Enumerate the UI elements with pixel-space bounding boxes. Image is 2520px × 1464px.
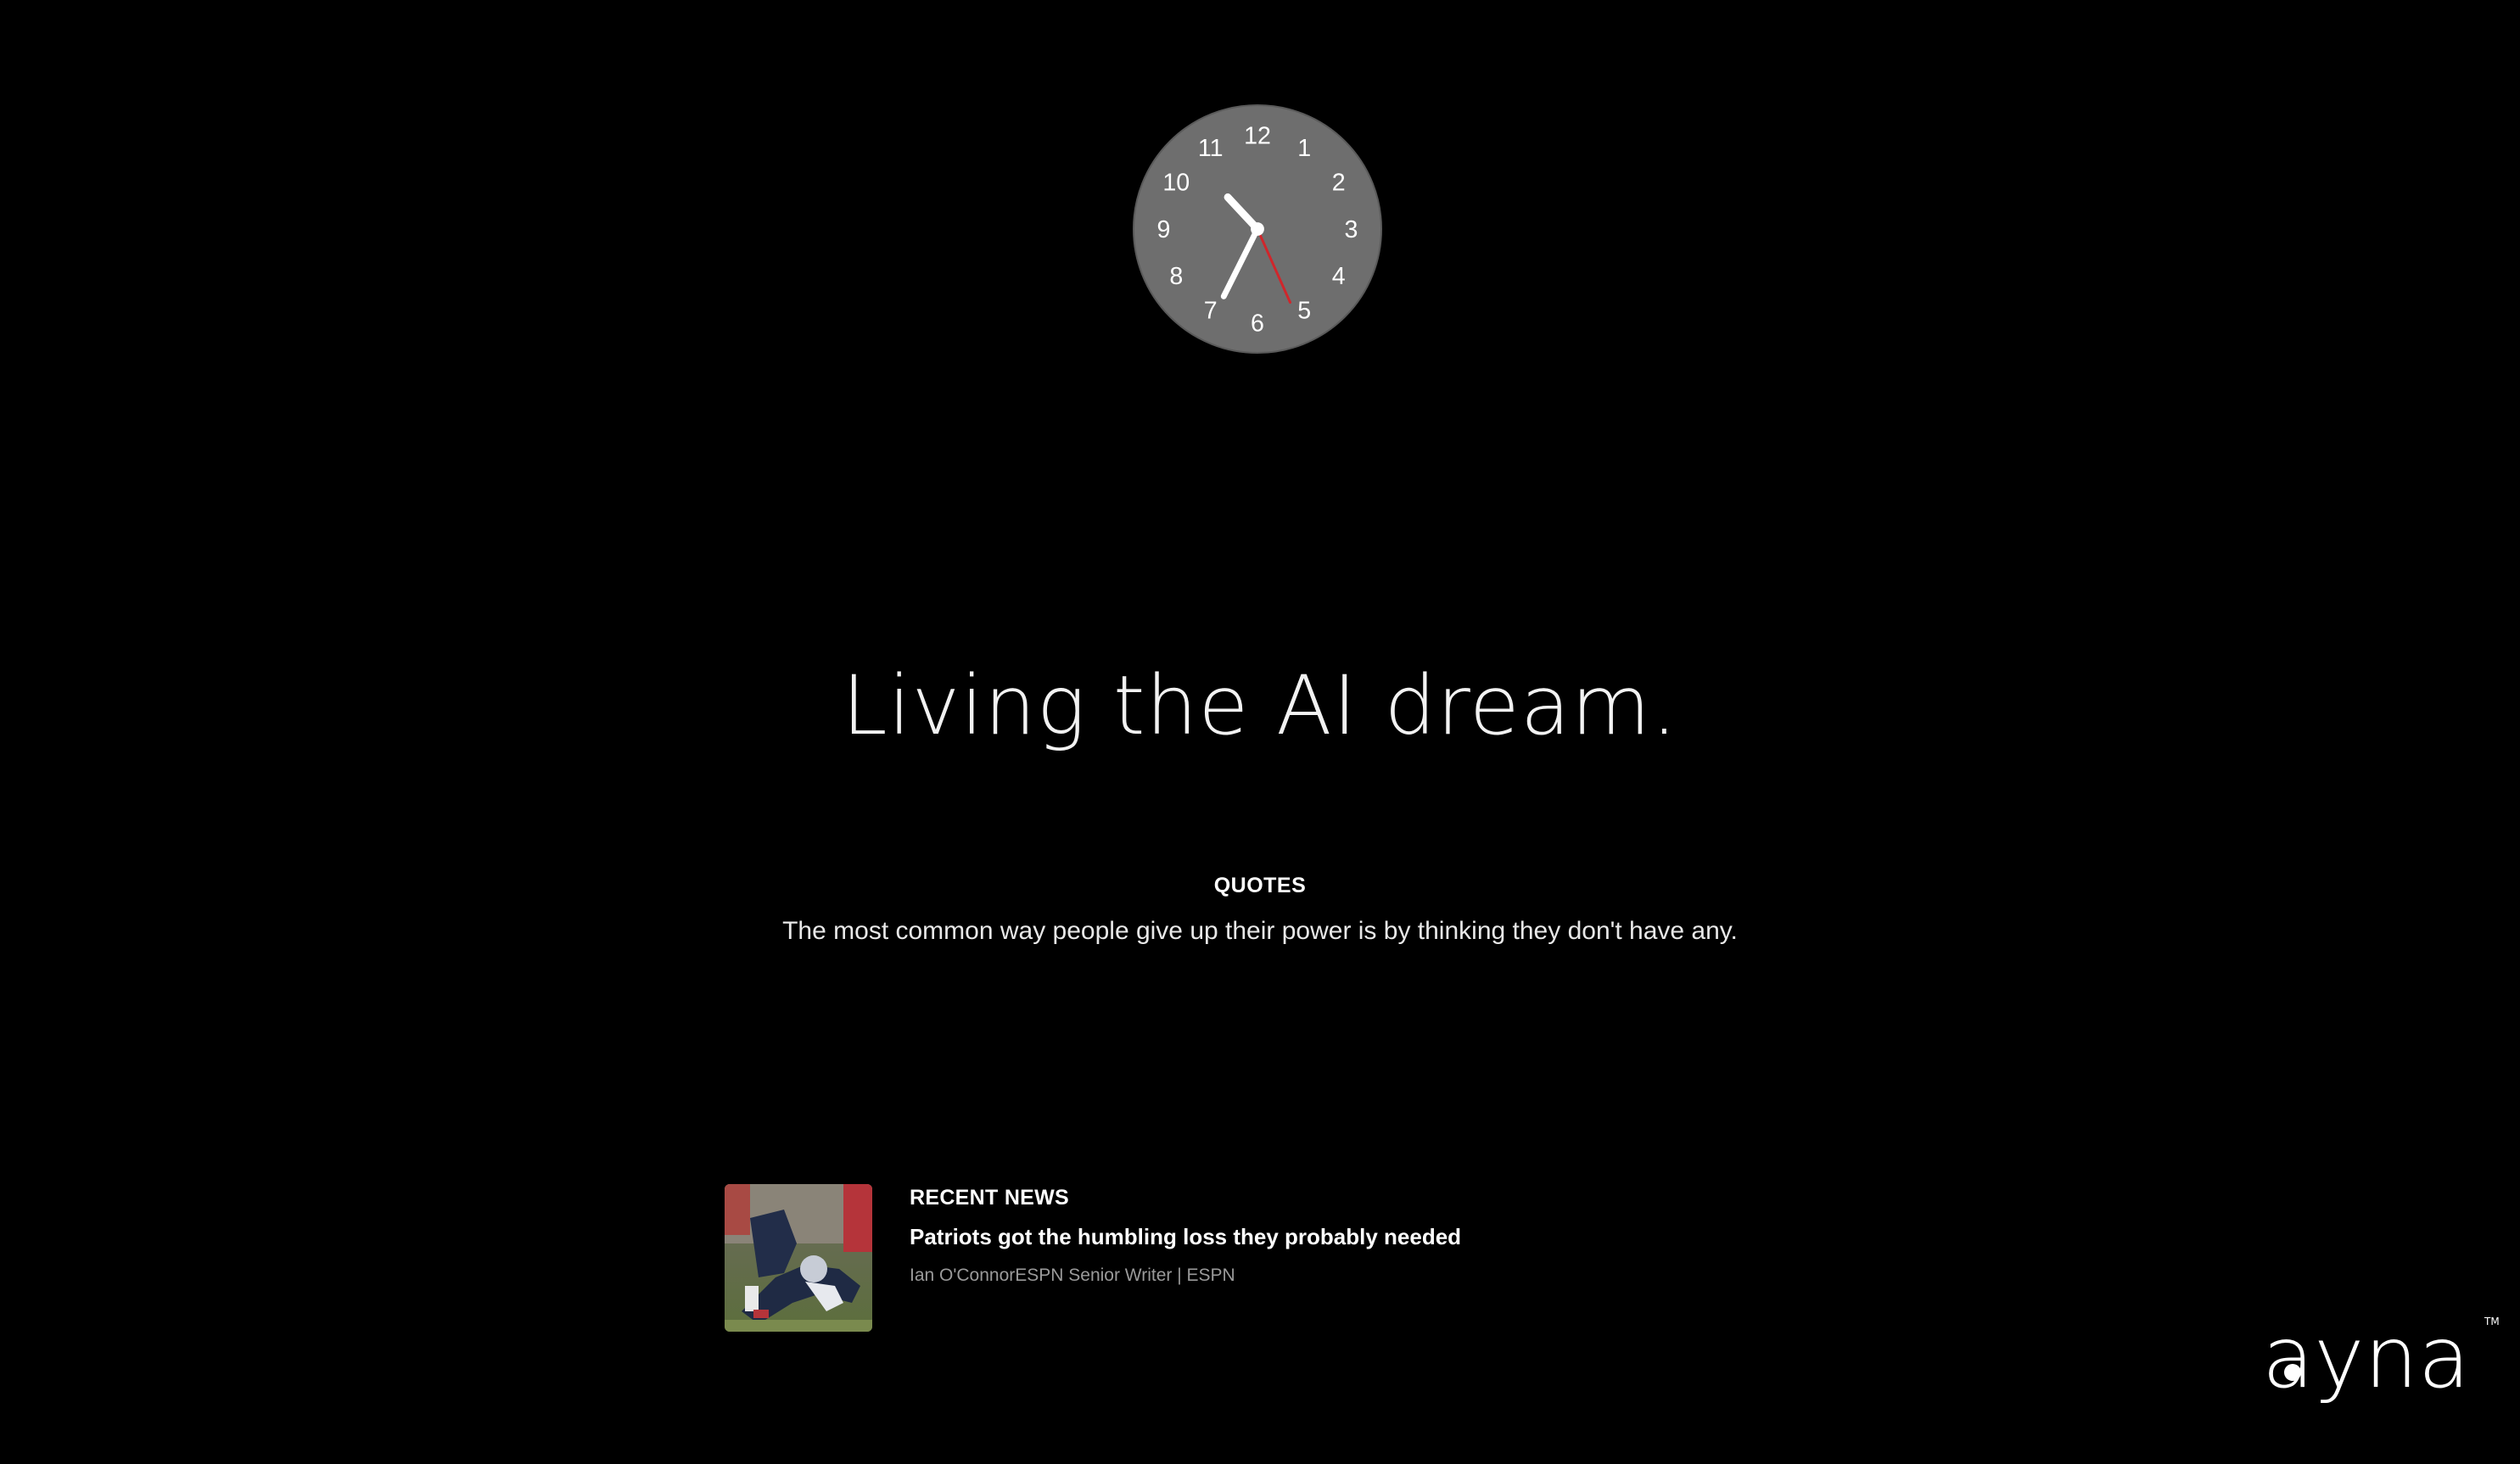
clock-face: 12 12 3 45 6 78 9 10 11: [1132, 103, 1383, 355]
clock-numeral: 8: [1169, 263, 1183, 290]
logo-text: ayna: [2262, 1308, 2470, 1407]
headline: Living the AI dream.: [842, 658, 1678, 753]
news-headline-link[interactable]: Patriots got the humbling loss they prob…: [910, 1224, 1461, 1250]
ayna-logo: ayna TM: [2262, 1306, 2500, 1408]
clock-center-pin: [1251, 222, 1264, 236]
logo-trademark: TM: [2484, 1316, 2500, 1327]
news-label: RECENT NEWS: [910, 1186, 1070, 1210]
logo-dot-icon: [2284, 1364, 2301, 1381]
clock-numeral: 1: [1297, 135, 1311, 162]
quotes-heading: QUOTES: [1213, 874, 1307, 897]
news-thumbnail[interactable]: [725, 1184, 872, 1332]
quote-text: The most common way people give up their…: [782, 917, 1738, 945]
clock-numeral: 6: [1251, 310, 1264, 337]
clock-numeral: 11: [1198, 135, 1224, 162]
news-byline: Ian O'ConnorESPN Senior Writer | ESPN: [910, 1266, 1235, 1285]
clock-numeral: 9: [1157, 216, 1171, 243]
clock-numeral: 4: [1332, 263, 1346, 290]
recent-news-card[interactable]: RECENT NEWS Patriots got the humbling lo…: [725, 1184, 1461, 1332]
quotes-section: QUOTES The most common way people give u…: [0, 874, 2520, 946]
analog-clock: 12 1 2 3 4 5 6 7 8 9 10 11: [1132, 103, 1383, 355]
clock-numeral: 2: [1332, 170, 1346, 197]
clock-numeral: 7: [1204, 298, 1218, 325]
clock-numeral: 3: [1345, 216, 1358, 243]
clock-numeral: 12: [1244, 122, 1271, 149]
clock-numeral: 5: [1297, 298, 1311, 325]
clock-numeral: 10: [1162, 170, 1190, 197]
news-body: RECENT NEWS Patriots got the humbling lo…: [910, 1186, 1461, 1286]
